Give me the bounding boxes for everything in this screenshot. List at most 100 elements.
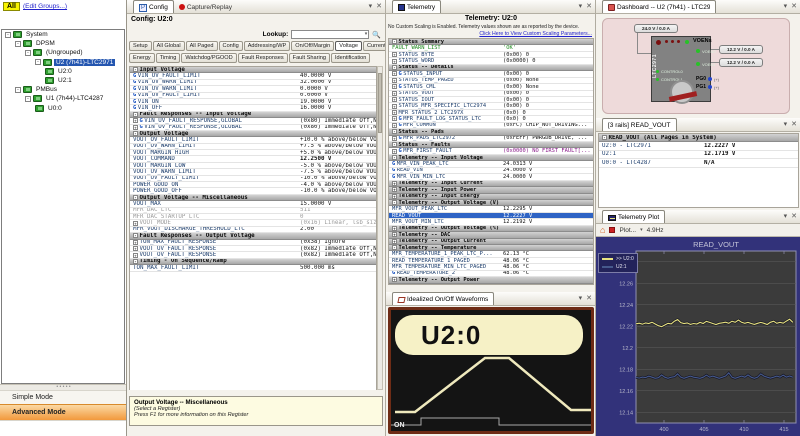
section-collapse-icon[interactable]: + bbox=[392, 226, 397, 231]
config-tab-addressing-wp[interactable]: Addressing/WP bbox=[244, 41, 291, 51]
tree-item-u2-1[interactable]: U2:1 bbox=[2, 76, 124, 85]
config-tab-all-paged[interactable]: All Paged bbox=[186, 41, 218, 51]
panel-menu-icon[interactable]: ▾ bbox=[369, 2, 373, 11]
search-icon[interactable]: 🔍 bbox=[372, 31, 381, 39]
expand-icon[interactable]: + bbox=[392, 78, 397, 83]
config-tab-fault-sharing[interactable]: Fault Sharing bbox=[289, 53, 330, 63]
tree-item-u2-7h41-ltc2971[interactable]: -U2 (7h41)-LTC2971 bbox=[2, 58, 124, 67]
expand-icon[interactable]: + bbox=[133, 246, 138, 251]
section-collapse-icon[interactable]: - bbox=[133, 112, 138, 117]
tab-readvout[interactable]: [3 rails] READ_VOUT bbox=[602, 118, 677, 131]
lookup-input[interactable] bbox=[291, 30, 369, 39]
panel-menu-icon[interactable]: ▾ bbox=[784, 2, 788, 11]
tree-item--ungrouped-[interactable]: -(Ungrouped) bbox=[2, 48, 124, 57]
tree-expand-icon[interactable]: - bbox=[5, 32, 11, 38]
config-tab-fault-responses[interactable]: Fault Responses bbox=[238, 53, 288, 63]
section-collapse-icon[interactable]: + bbox=[392, 187, 397, 192]
section-collapse-icon[interactable]: + bbox=[392, 194, 397, 199]
section-collapse-icon[interactable]: + bbox=[392, 239, 397, 244]
vin-rail-label[interactable]: 24.0 V / 0.0 A bbox=[634, 24, 678, 33]
expand-icon[interactable]: + bbox=[392, 110, 397, 115]
tree-item-u0-0[interactable]: U0:0 bbox=[2, 104, 124, 113]
config-tab-identification[interactable]: Identification bbox=[331, 53, 370, 63]
close-icon[interactable]: ✕ bbox=[791, 120, 797, 129]
section-collapse-icon[interactable]: - bbox=[392, 65, 397, 70]
expand-icon[interactable]: + bbox=[133, 240, 138, 245]
config-tab-all-global[interactable]: All Global bbox=[153, 41, 185, 51]
section-collapse-icon[interactable]: - bbox=[392, 155, 397, 160]
section-collapse-icon[interactable]: - bbox=[133, 259, 138, 264]
section-collapse-icon[interactable]: - bbox=[392, 142, 397, 147]
all-groups-badge[interactable]: All bbox=[3, 2, 20, 11]
section-collapse-icon[interactable]: - bbox=[133, 195, 138, 200]
expand-icon[interactable]: + bbox=[392, 116, 397, 121]
config-tab-voltage[interactable]: Voltage bbox=[335, 41, 362, 51]
simple-mode-button[interactable]: Simple Mode bbox=[0, 390, 127, 404]
tree-item-dpsm[interactable]: -DPSM bbox=[2, 39, 124, 48]
close-icon[interactable]: ✕ bbox=[586, 2, 592, 11]
section-collapse-icon[interactable]: - bbox=[133, 67, 138, 72]
tree-item-u1-7h44-ltc4287[interactable]: -U1 (7h44)-LTC4287 bbox=[2, 94, 124, 103]
section-header[interactable]: +Telemetry -- Output Power bbox=[389, 277, 593, 283]
legend-entry[interactable]: U2:1 bbox=[602, 264, 634, 270]
tree-expand-icon[interactable]: - bbox=[15, 87, 21, 93]
config-tab-config[interactable]: Config bbox=[219, 41, 243, 51]
config-tab-timing[interactable]: Timing bbox=[156, 53, 181, 63]
tree-item-u2-0[interactable]: U2:0 bbox=[2, 67, 124, 76]
tab-telemetry-plot[interactable]: Telemetry Plot bbox=[602, 210, 665, 223]
expand-icon[interactable]: + bbox=[392, 59, 397, 64]
expand-icon[interactable]: + bbox=[392, 84, 397, 89]
expand-icon[interactable]: + bbox=[392, 97, 397, 102]
tree-expand-icon[interactable]: - bbox=[35, 59, 41, 65]
expand-icon[interactable]: + bbox=[133, 221, 138, 226]
tab-waveforms[interactable]: Idealized On/Off Waveforms bbox=[392, 292, 494, 305]
close-icon[interactable]: ✕ bbox=[791, 2, 797, 11]
section-collapse-icon[interactable]: - bbox=[392, 129, 397, 134]
config-tab-energy[interactable]: Energy bbox=[129, 53, 155, 63]
section-collapse-icon[interactable]: - bbox=[133, 233, 138, 238]
section-collapse-icon[interactable]: - bbox=[392, 200, 397, 205]
tree-expand-icon[interactable]: - bbox=[15, 41, 21, 47]
config-tab-current[interactable]: Current bbox=[363, 41, 385, 51]
section-collapse-icon[interactable]: - bbox=[133, 131, 138, 136]
expand-icon[interactable]: + bbox=[392, 71, 397, 76]
config-tab-setup[interactable]: Setup bbox=[129, 41, 152, 51]
section-collapse-icon[interactable]: - bbox=[392, 245, 397, 250]
stop-icon[interactable] bbox=[609, 227, 615, 233]
plot-menu-button[interactable]: Plot... bbox=[619, 227, 636, 234]
readvout-header[interactable]: -READ_VOUT (All Pages in System) bbox=[599, 134, 798, 142]
panel-menu-icon[interactable]: ▾ bbox=[579, 294, 583, 303]
rail0-label[interactable]: 12.2 V / 0.0 A bbox=[719, 45, 763, 54]
panel-menu-icon[interactable]: ▾ bbox=[579, 2, 583, 11]
section-collapse-icon[interactable]: + bbox=[392, 181, 397, 186]
edit-groups-link[interactable]: (Edit Groups...) bbox=[23, 3, 67, 10]
custom-scaling-link[interactable]: Click Here to View Custom Scaling Parame… bbox=[479, 31, 592, 37]
panel-menu-icon[interactable]: ▾ bbox=[784, 120, 788, 129]
rail1-label[interactable]: 12.2 V / 0.0 A bbox=[719, 58, 763, 67]
home-icon[interactable]: ⌂ bbox=[600, 226, 605, 235]
tree-expand-icon[interactable]: - bbox=[25, 50, 31, 56]
section-collapse-icon[interactable]: + bbox=[392, 277, 397, 282]
close-icon[interactable]: ✕ bbox=[586, 294, 592, 303]
section-collapse-icon[interactable]: + bbox=[392, 232, 397, 237]
expand-icon[interactable]: + bbox=[392, 136, 397, 141]
plot-legend[interactable]: >> U2:0 U2:1 bbox=[598, 253, 638, 273]
config-scroll-thumb[interactable] bbox=[378, 73, 382, 133]
config-scrollbar[interactable] bbox=[377, 66, 383, 390]
tab-dashboard[interactable]: Dashboard -- U2 (7h41) - LTC29 bbox=[602, 0, 716, 13]
expand-icon[interactable]: + bbox=[133, 118, 138, 123]
section-collapse-icon[interactable]: - bbox=[392, 39, 397, 44]
readvout-row-u0-0-ltc4287[interactable]: U0:0 - LTC4287N/A bbox=[599, 159, 798, 167]
config-tab-watchdog-pgood[interactable]: Watchdog/PGOOD bbox=[181, 53, 236, 63]
config-tab-on-off-margin[interactable]: On/Off/Margin bbox=[291, 41, 334, 51]
chevron-down-icon[interactable]: ▾ bbox=[640, 227, 643, 233]
expand-icon[interactable]: + bbox=[392, 52, 397, 57]
expand-icon[interactable]: + bbox=[392, 149, 397, 154]
tab-capture-replay[interactable]: Capture/Replay bbox=[174, 0, 237, 13]
tab-config[interactable]: P Config bbox=[133, 0, 174, 13]
telemetry-plot[interactable]: 12.1412.1612.1812.212.2212.2412.2612.284… bbox=[596, 237, 800, 436]
close-icon[interactable]: ✕ bbox=[376, 2, 382, 11]
advanced-mode-button[interactable]: Advanced Mode bbox=[0, 404, 127, 420]
expand-icon[interactable]: + bbox=[392, 123, 397, 128]
legend-entry[interactable]: >> U2:0 bbox=[602, 256, 634, 262]
